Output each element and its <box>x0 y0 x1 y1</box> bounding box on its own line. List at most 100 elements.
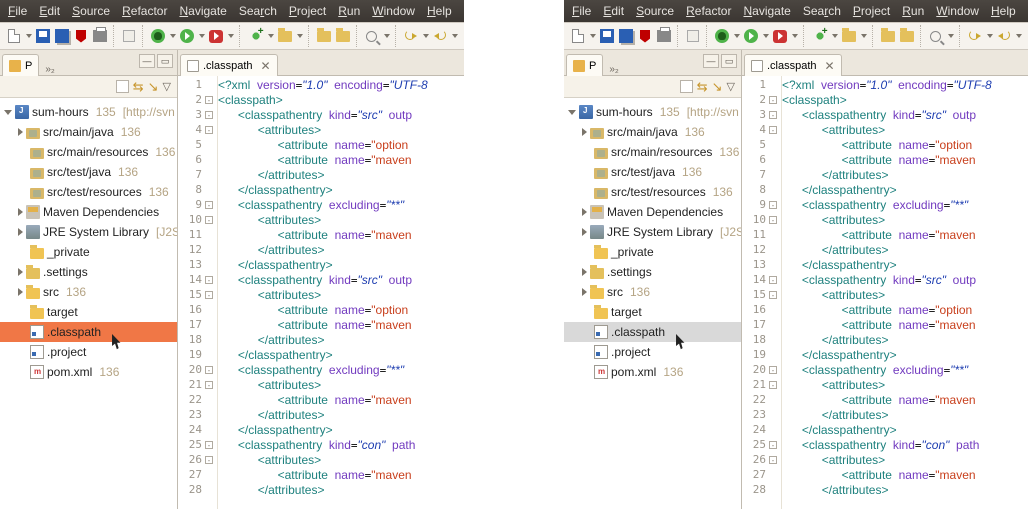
project-tree[interactable]: sum-hours135[http://svnsrc/main/java136 s… <box>564 98 741 509</box>
tree-item-pom-xml[interactable]: pom.xml136 <box>0 362 177 382</box>
menu-source[interactable]: Source <box>636 4 674 18</box>
line-gutter[interactable]: 12-3-4-56789-10-11121314-15-1617181920-2… <box>742 76 782 509</box>
menu-window[interactable]: Window <box>936 4 979 18</box>
focus-button[interactable]: ↘ <box>148 79 159 95</box>
menu-file[interactable]: File <box>572 4 591 18</box>
menu-help[interactable]: Help <box>427 4 452 18</box>
tree-item--settings[interactable]: .settings <box>0 262 177 282</box>
menu-source[interactable]: Source <box>72 4 110 18</box>
tree-item-src-main-java[interactable]: src/main/java136 <box>0 122 177 142</box>
tree-item-maven-dependencies[interactable]: Maven Dependencies <box>564 202 741 222</box>
menu-search[interactable]: Search <box>803 4 841 18</box>
menu-run[interactable]: Run <box>902 4 924 18</box>
new-package-button[interactable] <box>841 25 857 47</box>
menu-run[interactable]: Run <box>338 4 360 18</box>
focus-button[interactable]: ↘ <box>712 79 723 95</box>
tree-item-src-test-java[interactable]: src/test/java136 <box>564 162 741 182</box>
new-java-project-button[interactable] <box>812 25 828 47</box>
tree-item-src-test-resources[interactable]: src/test/resources136 <box>0 182 177 202</box>
menu-project[interactable]: Project <box>853 4 890 18</box>
search-button[interactable] <box>364 25 380 47</box>
tree-item-src[interactable]: src136 <box>564 282 741 302</box>
tree-item-src-main-resources[interactable]: src/main/resources136 <box>0 142 177 162</box>
print-button[interactable] <box>656 25 672 47</box>
build-button[interactable] <box>637 25 653 47</box>
package-explorer-tab[interactable]: P <box>566 54 603 76</box>
view-menu-button[interactable]: ▽ <box>163 80 171 93</box>
project-tree[interactable]: sum-hours135[http://svnsrc/main/java136s… <box>0 98 177 509</box>
new-button[interactable] <box>570 25 586 47</box>
debug-button[interactable] <box>150 25 166 47</box>
tree-item--classpath[interactable]: .classpath <box>0 322 177 342</box>
menu-window[interactable]: Window <box>372 4 415 18</box>
link-editor-button[interactable]: ⇆ <box>133 79 144 95</box>
link-editor-button[interactable]: ⇆ <box>697 79 708 95</box>
tree-item--settings[interactable]: .settings <box>564 262 741 282</box>
menu-project[interactable]: Project <box>289 4 326 18</box>
new-package-button[interactable] <box>277 25 293 47</box>
tree-item-jre-system-library[interactable]: JRE System Library[J2SE <box>564 222 741 242</box>
tree-item-maven-dependencies[interactable]: Maven Dependencies <box>0 202 177 222</box>
editor-tab-classpath[interactable]: .classpath ✕ <box>744 54 842 76</box>
build-button[interactable] <box>73 25 89 47</box>
menu-refactor[interactable]: Refactor <box>122 4 167 18</box>
tree-item-pom-xml[interactable]: pom.xml136 <box>564 362 741 382</box>
menu-navigate[interactable]: Navigate <box>743 4 790 18</box>
open-task-button[interactable] <box>899 25 915 47</box>
skip-breakpoints-button[interactable] <box>685 25 701 47</box>
menu-file[interactable]: File <box>8 4 27 18</box>
minimize-view-button[interactable]: — <box>703 54 719 68</box>
open-task-button[interactable] <box>335 25 351 47</box>
tree-root[interactable]: sum-hours135[http://svn <box>0 102 177 122</box>
menu-help[interactable]: Help <box>991 4 1016 18</box>
tab-overflow[interactable]: »₂ <box>45 64 54 75</box>
line-gutter[interactable]: 12-3-4-56789-10-11121314-15-1617181920-2… <box>178 76 218 509</box>
open-type-button[interactable] <box>880 25 896 47</box>
tree-item-src-test-java[interactable]: src/test/java136 <box>0 162 177 182</box>
tree-item-src[interactable]: src136 <box>0 282 177 302</box>
save-button[interactable] <box>599 25 615 47</box>
collapse-all-button[interactable] <box>116 80 129 93</box>
tree-item-jre-system-library[interactable]: JRE System Library[J2SE <box>0 222 177 242</box>
maximize-view-button[interactable]: ▭ <box>157 54 173 68</box>
nav-fwd-button[interactable] <box>996 25 1012 47</box>
tree-item-target[interactable]: target <box>564 302 741 322</box>
external-tools-button[interactable] <box>208 25 224 47</box>
minimize-view-button[interactable]: — <box>139 54 155 68</box>
external-tools-button[interactable] <box>772 25 788 47</box>
save-all-button[interactable] <box>54 25 70 47</box>
search-button[interactable] <box>928 25 944 47</box>
tree-item-src-main-java[interactable]: src/main/java136 <box>564 122 741 142</box>
menu-search[interactable]: Search <box>239 4 277 18</box>
nav-back-button[interactable] <box>403 25 419 47</box>
menu-edit[interactable]: Edit <box>603 4 624 18</box>
code-area[interactable]: <?xml version="1.0" encoding="UTF-8<clas… <box>782 76 1028 509</box>
package-explorer-tab[interactable]: P <box>2 54 39 76</box>
open-type-button[interactable] <box>316 25 332 47</box>
print-button[interactable] <box>92 25 108 47</box>
debug-button[interactable] <box>714 25 730 47</box>
nav-back-button[interactable] <box>967 25 983 47</box>
menu-refactor[interactable]: Refactor <box>686 4 731 18</box>
save-all-button[interactable] <box>618 25 634 47</box>
tree-item--project[interactable]: .project <box>0 342 177 362</box>
menu-navigate[interactable]: Navigate <box>179 4 226 18</box>
view-menu-button[interactable]: ▽ <box>727 80 735 93</box>
tab-overflow[interactable]: »₂ <box>609 64 618 75</box>
maximize-view-button[interactable]: ▭ <box>721 54 737 68</box>
code-area[interactable]: <?xml version="1.0" encoding="UTF-8<clas… <box>218 76 464 509</box>
new-button[interactable] <box>6 25 22 47</box>
tree-item--private[interactable]: _private <box>564 242 741 262</box>
tree-item-target[interactable]: target <box>0 302 177 322</box>
nav-fwd-button[interactable] <box>432 25 448 47</box>
tree-root[interactable]: sum-hours135[http://svn <box>564 102 741 122</box>
run-button[interactable] <box>743 25 759 47</box>
tree-item--classpath[interactable]: .classpath <box>564 322 741 342</box>
close-tab-icon[interactable]: ✕ <box>825 59 835 73</box>
run-button[interactable] <box>179 25 195 47</box>
menu-edit[interactable]: Edit <box>39 4 60 18</box>
collapse-all-button[interactable] <box>680 80 693 93</box>
tree-item--project[interactable]: .project <box>564 342 741 362</box>
tree-item--private[interactable]: _private <box>0 242 177 262</box>
skip-breakpoints-button[interactable] <box>121 25 137 47</box>
